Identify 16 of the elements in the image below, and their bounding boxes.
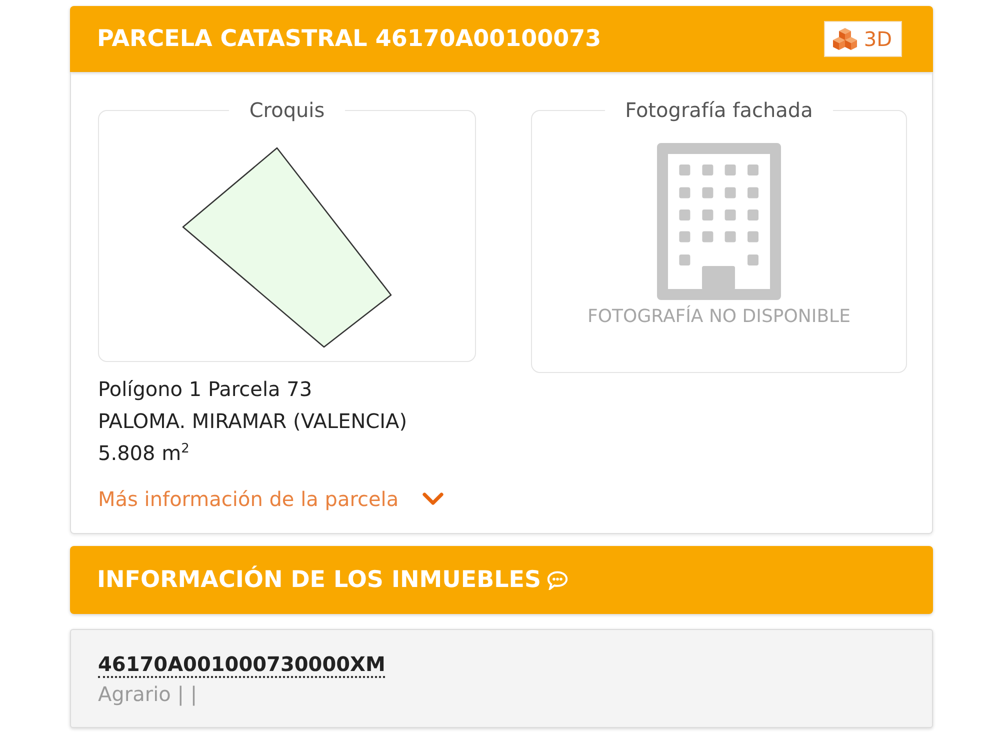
building-icon (657, 143, 781, 300)
frame-legend: Fotografía fachada (605, 100, 833, 120)
chevron-down-icon[interactable] (422, 492, 444, 506)
cubes-icon (832, 28, 857, 50)
parcel-location-text: Polígono 1 Parcela 73 (98, 376, 312, 403)
view-3d-button[interactable]: 3D (824, 21, 902, 57)
panel-title: INFORMACIÓN DE LOS INMUEBLES (97, 567, 542, 593)
area-text: 5.808 m$^{2}$ (98, 440, 190, 467)
frame-legend: Croquis (229, 100, 345, 120)
property-use-text: Agrario | | (98, 682, 198, 706)
municipality-text: PALOMA. MIRAMAR (VALENCIA) (98, 408, 408, 435)
speech-bubble-icon (547, 570, 568, 590)
photo-unavailable-text: FOTOGRAFÍA NO DISPONIBLE (588, 306, 850, 328)
property-reference-link[interactable]: 46170A001000730000XM (98, 652, 386, 678)
panel-title: PARCELA CATASTRAL 46170A00100073 (97, 26, 602, 52)
more-info-link[interactable]: Más información de la parcela (98, 483, 444, 515)
